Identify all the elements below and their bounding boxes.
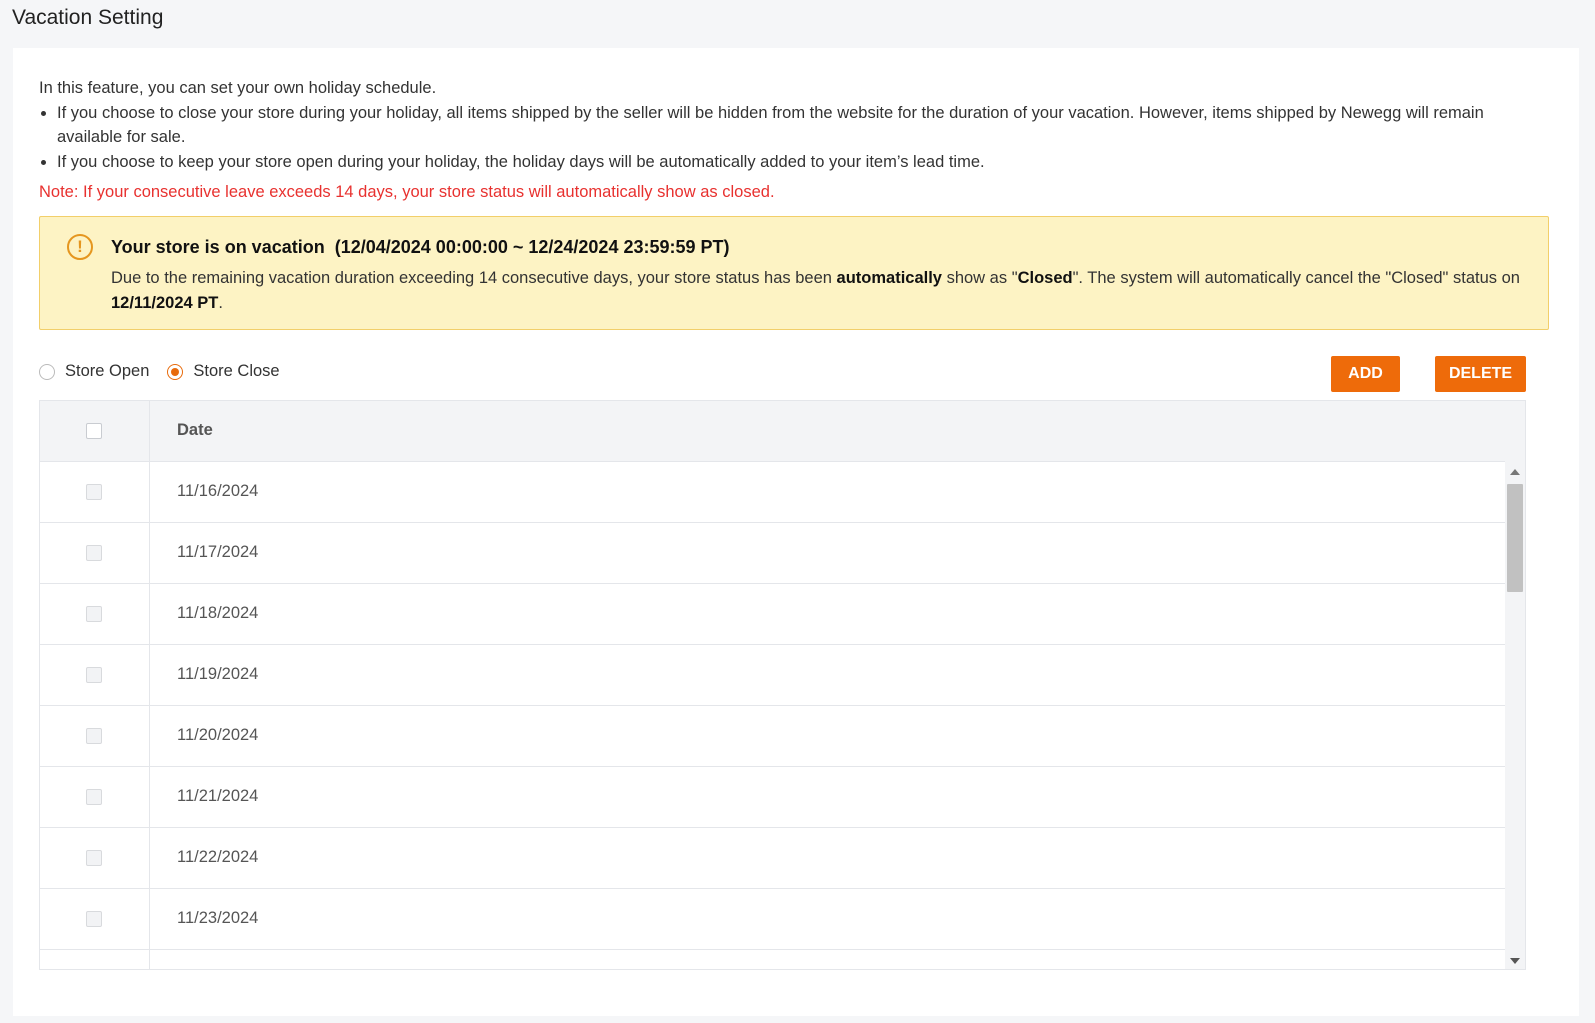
row-checkbox[interactable] (86, 545, 102, 561)
intro-text: In this feature, you can set your own ho… (39, 76, 1549, 174)
radio-unchecked-icon[interactable] (39, 363, 55, 380)
row-date: 11/16/2024 (177, 482, 259, 500)
row-checkbox-cell (40, 523, 150, 583)
table-row: 11/17/2024 (40, 523, 1505, 584)
intro-lead: In this feature, you can set your own ho… (39, 79, 437, 97)
store-close-label: Store Close (193, 362, 280, 380)
intro-bullet-close: If you choose to close your store during… (57, 101, 1549, 150)
store-open-radio[interactable]: Store Open (39, 362, 149, 381)
consecutive-leave-note: Note: If your consecutive leave exceeds … (39, 183, 775, 201)
alert-body-text: Due to the remaining vacation duration e… (111, 269, 837, 287)
table-row: 11/18/2024 (40, 584, 1505, 645)
row-checkbox[interactable] (86, 484, 102, 500)
alert-body-bold: automatically (836, 269, 942, 287)
alert-body-text: show as " (942, 269, 1018, 287)
page-title: Vacation Setting (12, 6, 164, 29)
row-checkbox[interactable] (86, 728, 102, 744)
intro-bullet-open: If you choose to keep your store open du… (57, 150, 1549, 175)
table-row: 11/23/2024 (40, 889, 1505, 950)
alert-body-bold: 12/11/2024 PT (111, 294, 219, 312)
alert-body-text: . (218, 294, 223, 312)
add-button[interactable]: ADD (1331, 356, 1400, 392)
table-header: Date (40, 401, 1505, 462)
vacation-alert: ! Your store is on vacation (12/04/2024 0… (39, 216, 1549, 330)
row-date: 11/19/2024 (177, 665, 259, 683)
vacation-dates-table: Date 11/16/2024 11/17/2024 11/18/2024 11… (39, 400, 1526, 970)
row-date: 11/20/2024 (177, 726, 259, 744)
row-checkbox-cell (40, 828, 150, 888)
alert-body: Due to the remaining vacation duration e… (111, 266, 1521, 316)
delete-button[interactable]: DELETE (1435, 356, 1526, 392)
row-checkbox-cell (40, 462, 150, 522)
alert-body-bold: Closed (1017, 269, 1073, 287)
scroll-down-arrow-icon[interactable] (1510, 958, 1520, 964)
row-checkbox[interactable] (86, 667, 102, 683)
row-checkbox-cell (40, 889, 150, 949)
row-checkbox-cell (40, 767, 150, 827)
row-checkbox[interactable] (86, 850, 102, 866)
table-scrollbar[interactable] (1505, 401, 1525, 969)
alert-body-text: ". The system will automatically cancel … (1072, 269, 1520, 287)
table-row: 11/19/2024 (40, 645, 1505, 706)
intro-bullets: If you choose to close your store during… (39, 101, 1549, 175)
vacation-range: (12/04/2024 00:00:00 ~ 12/24/2024 23:59:… (334, 237, 730, 257)
vacation-settings-card: In this feature, you can set your own ho… (13, 48, 1579, 1016)
row-checkbox-cell (40, 584, 150, 644)
select-all-cell (40, 401, 150, 461)
row-checkbox[interactable] (86, 606, 102, 622)
exclamation-icon: ! (67, 234, 93, 260)
scrollbar-thumb[interactable] (1507, 484, 1523, 592)
table-row (40, 950, 1505, 969)
row-checkbox-cell (40, 645, 150, 705)
row-date: 11/17/2024 (177, 543, 259, 561)
row-date: 11/22/2024 (177, 848, 259, 866)
table-row: 11/21/2024 (40, 767, 1505, 828)
store-close-radio[interactable]: Store Close (167, 362, 280, 381)
table-row: 11/16/2024 (40, 462, 1505, 523)
store-mode-radio-group: Store Open Store Close (39, 362, 298, 381)
row-checkbox[interactable] (86, 789, 102, 805)
select-all-checkbox[interactable] (86, 423, 102, 439)
table-row: 11/20/2024 (40, 706, 1505, 767)
row-checkbox-cell (40, 706, 150, 766)
alert-title-text: Your store is on vacation (111, 237, 325, 257)
scroll-up-arrow-icon[interactable] (1510, 469, 1520, 475)
row-checkbox-cell (40, 950, 150, 969)
row-checkbox[interactable] (86, 911, 102, 927)
store-open-label: Store Open (65, 362, 150, 380)
alert-title: Your store is on vacation (12/04/2024 00:… (111, 237, 730, 258)
radio-checked-icon[interactable] (167, 363, 184, 380)
table-body: 11/16/2024 11/17/2024 11/18/2024 11/19/2… (40, 462, 1505, 969)
row-date: 11/18/2024 (177, 604, 259, 622)
table-row: 11/22/2024 (40, 828, 1505, 889)
date-column-header: Date (177, 421, 213, 439)
row-date: 11/21/2024 (177, 787, 259, 805)
row-date: 11/23/2024 (177, 909, 259, 927)
